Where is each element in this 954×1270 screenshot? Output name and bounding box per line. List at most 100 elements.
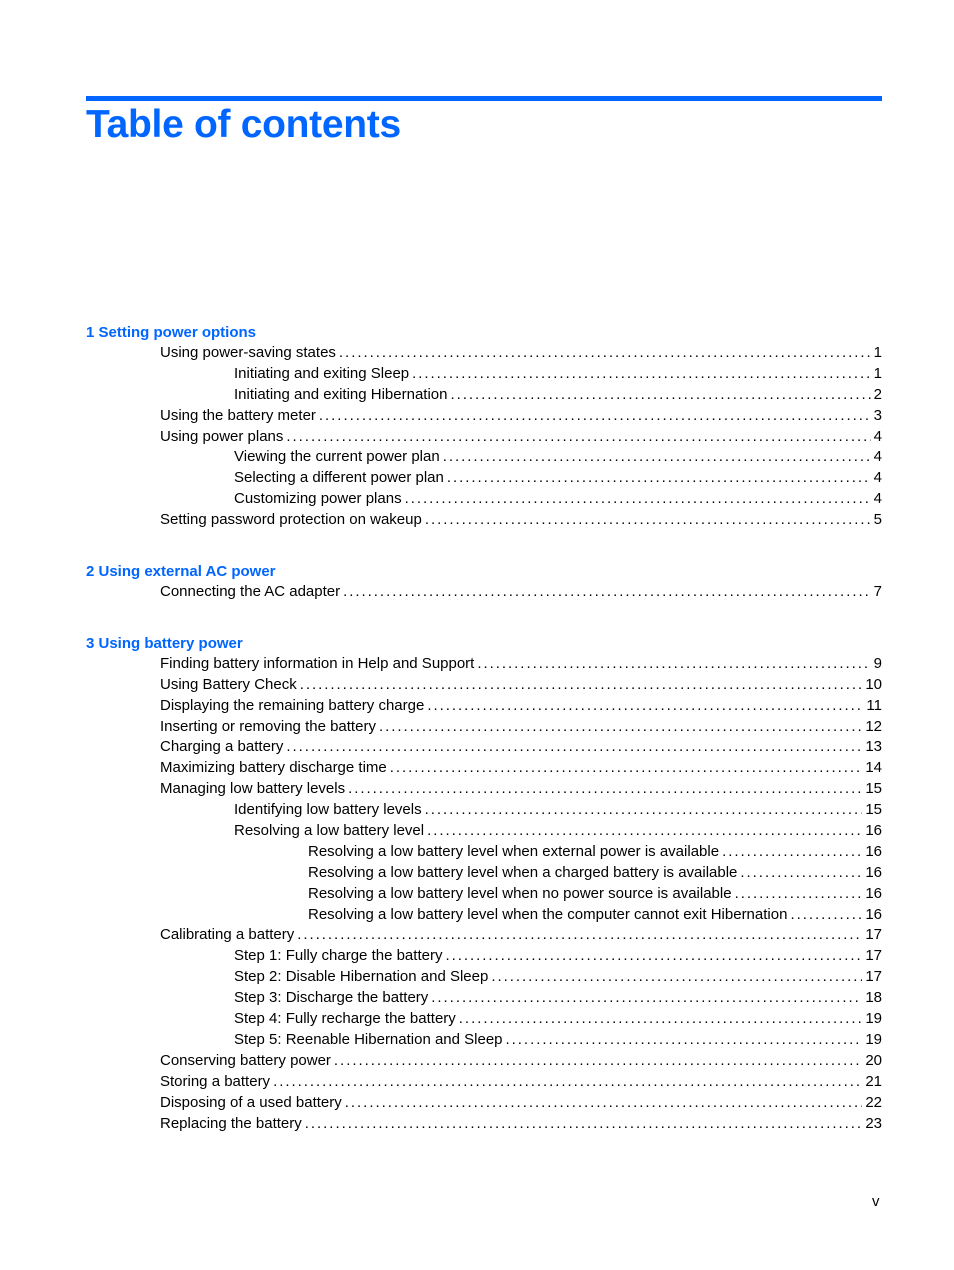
toc-entry[interactable]: Conserving battery power 20 [86,1051,882,1072]
dot-leader [286,427,870,448]
toc-entry[interactable]: Identifying low battery levels 15 [86,800,882,821]
toc-entry[interactable]: Step 3: Discharge the battery 18 [86,988,882,1009]
toc-entry[interactable]: Step 5: Reenable Hibernation and Sleep 19 [86,1030,882,1051]
toc-entry[interactable]: Initiating and exiting Hibernation 2 [86,385,882,406]
dot-leader [447,468,871,489]
toc-entry-label: Resolving a low battery level when no po… [308,884,732,902]
toc-entry[interactable]: Step 4: Fully recharge the battery 19 [86,1009,882,1030]
dot-leader [425,510,871,531]
toc-entry-page-number: 20 [865,1051,882,1069]
toc-entry-label: Calibrating a battery [160,926,295,944]
toc-entry-page-number: 17 [865,968,882,986]
toc-entry-page-number: 4 [873,448,882,466]
toc-entry[interactable]: Managing low battery levels 15 [86,779,882,800]
toc-entry-page-number: 23 [865,1114,882,1132]
toc-entry-label: Using power-saving states [160,344,336,361]
dot-leader [273,1072,862,1093]
toc-entry-label: Step 3: Discharge the battery [234,989,429,1007]
dot-leader [319,406,871,427]
toc-entry[interactable]: Initiating and exiting Sleep 1 [86,364,882,385]
toc-entry[interactable]: Resolving a low battery level when a cha… [86,863,882,884]
toc-entry-label: Customizing power plans [234,490,402,508]
dot-leader [339,343,871,364]
toc-entry-label: Initiating and exiting Hibernation [234,385,448,403]
toc-entry-page-number: 13 [865,738,882,756]
toc-entry-page-number: 18 [865,989,882,1007]
toc-entry-label: Managing low battery levels [160,780,346,798]
toc-entry[interactable]: Resolving a low battery level 16 [86,821,882,842]
toc-entry-page-number: 15 [865,801,882,819]
toc-entry-page-number: 4 [873,490,882,508]
toc-entry[interactable]: Viewing the current power plan 4 [86,447,882,468]
toc-entry[interactable]: Connecting the AC adapter 7 [86,582,882,603]
dot-leader [459,1009,863,1030]
toc-entry-page-number: 16 [865,884,882,902]
dot-leader [491,967,862,988]
dot-leader [445,946,862,967]
toc-entry-page-number: 7 [873,583,882,601]
toc-chapter: 3 Using battery power Finding battery inf… [86,633,882,1134]
toc-entry-label: Resolving a low battery level when exter… [308,842,720,860]
toc-entry-label: Selecting a different power plan [234,469,444,487]
toc-entry[interactable]: Step 2: Disable Hibernation and Sleep 17 [86,967,882,988]
dot-leader [425,800,863,821]
dot-leader [506,1030,863,1051]
toc-entry-page-number: 17 [865,926,882,944]
toc-entry-label: Maximizing battery discharge time [160,759,387,777]
toc-entry-page-number: 5 [873,511,882,529]
toc-entry[interactable]: Selecting a different power plan 4 [86,468,882,489]
page-title: Table of contents [86,103,401,146]
toc-entry-page-number: 4 [873,469,882,487]
toc-entry[interactable]: Charging a battery 13 [86,737,882,758]
dot-leader [477,654,870,675]
chapter-title-link[interactable]: 1 Setting power options [86,322,882,343]
toc-entry-label: Identifying low battery levels [234,801,422,819]
toc-entry[interactable]: Using power-saving states 1 [86,343,882,364]
toc-entry[interactable]: Using power plans 4 [86,427,882,448]
dot-leader [740,863,862,884]
toc-entry[interactable]: Using Battery Check 10 [86,675,882,696]
toc-entry-label: Disposing of a used battery [160,1093,342,1111]
chapter-title-link[interactable]: 3 Using battery power [86,633,882,654]
toc-entry[interactable]: Disposing of a used battery 22 [86,1093,882,1114]
dot-leader [427,821,862,842]
dot-leader [305,1114,863,1135]
toc-entry[interactable]: Inserting or removing the battery 12 [86,717,882,738]
toc-entry-page-number: 14 [865,759,882,777]
toc-entry[interactable]: Resolving a low battery level when no po… [86,884,882,905]
toc-entry[interactable]: Resolving a low battery level when exter… [86,842,882,863]
dot-leader [286,737,862,758]
toc-entry-page-number: 17 [865,947,882,965]
toc-entry-label: Using Battery Check [160,675,297,693]
toc-entry-page-number: 16 [865,905,882,923]
toc-entry-page-number: 11 [866,696,882,714]
toc-entry-label: Finding battery information in Help and … [160,654,475,672]
toc-entry-page-number: 15 [865,780,882,798]
toc-entry[interactable]: Storing a battery 21 [86,1072,882,1093]
toc-entry-label: Step 5: Reenable Hibernation and Sleep [234,1030,503,1048]
toc-entry[interactable]: Maximizing battery discharge time 14 [86,758,882,779]
toc-entry[interactable]: Finding battery information in Help and … [86,654,882,675]
toc-entry[interactable]: Calibrating a battery 17 [86,925,882,946]
toc-entry[interactable]: Step 1: Fully charge the battery 17 [86,946,882,967]
toc-entry-page-number: 10 [865,675,882,693]
toc-entry-page-number: 16 [865,822,882,840]
toc-entry[interactable]: Displaying the remaining battery charge 1… [86,696,882,717]
toc-entry-label: Step 2: Disable Hibernation and Sleep [234,968,489,986]
toc-entry-label: Connecting the AC adapter [160,583,341,601]
toc-entry-page-number: 21 [865,1072,882,1090]
toc-entry[interactable]: Setting password protection on wakeup 5 [86,510,882,531]
toc-entry-page-number: 16 [865,863,882,881]
dot-leader [405,489,871,510]
chapter-spacer [86,603,882,633]
toc-chapter: 2 Using external AC power Connecting the … [86,561,882,603]
dot-leader [427,696,863,717]
dot-leader [390,758,863,779]
chapter-title-link[interactable]: 2 Using external AC power [86,561,882,582]
toc-entry[interactable]: Replacing the battery 23 [86,1114,882,1135]
toc-entry[interactable]: Using the battery meter 3 [86,406,882,427]
toc-entry-page-number: 9 [873,654,882,672]
toc-entry[interactable]: Customizing power plans 4 [86,489,882,510]
toc-entry[interactable]: Resolving a low battery level when the c… [86,905,882,926]
dot-leader [345,1093,863,1114]
